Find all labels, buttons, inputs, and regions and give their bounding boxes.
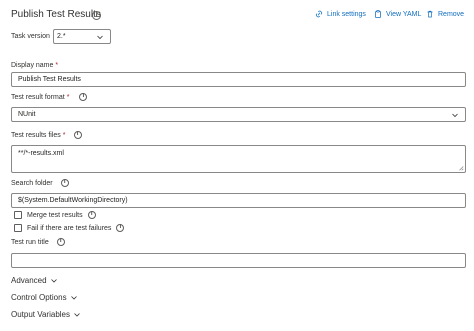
info-icon[interactable]: i — [56, 238, 65, 246]
trash-icon — [427, 10, 433, 18]
control-options-section-label: Control Options — [11, 293, 67, 302]
task-version-value: 2.* — [57, 33, 66, 40]
remove-label: Remove — [438, 10, 465, 18]
required-marker: * — [62, 131, 66, 139]
info-icon[interactable]: i — [116, 224, 125, 232]
display-name-label-text: Display name — [11, 62, 54, 69]
test-run-title-input[interactable] — [11, 253, 466, 268]
search-folder-value: $(System.DefaultWorkingDirectory) — [18, 197, 128, 204]
task-version-label: Task version — [11, 33, 50, 40]
test-results-files-label-text: Test results files — [11, 131, 61, 139]
test-result-format-value: NUnit — [18, 111, 36, 118]
link-icon — [315, 10, 323, 18]
task-title: Publish Test Results — [11, 9, 101, 20]
display-name-label: Display name * — [11, 62, 58, 69]
merge-test-results-label: Merge test results — [27, 211, 83, 219]
output-variables-section-label: Output Variables — [11, 310, 70, 319]
display-name-input[interactable]: Publish Test Results — [11, 72, 466, 87]
chevron-down-icon — [74, 313, 80, 317]
fail-on-failures-label: Fail if there are test failures — [27, 224, 112, 232]
advanced-section-toggle[interactable]: Advanced — [11, 276, 58, 285]
test-result-format-select[interactable]: NUnit — [11, 107, 466, 122]
chevron-down-icon — [70, 296, 77, 300]
resize-grip-icon[interactable] — [458, 165, 464, 171]
fail-on-failures-checkbox[interactable]: Fail if there are test failures i — [14, 224, 125, 232]
info-icon[interactable]: i — [87, 211, 96, 219]
test-run-title-label: Test run title i — [11, 238, 65, 246]
required-marker: * — [66, 93, 70, 101]
link-settings-button[interactable]: Link settings — [315, 10, 366, 18]
test-results-files-value: **/*-results.xml — [18, 150, 64, 157]
merge-test-results-checkbox[interactable]: Merge test results i — [14, 211, 96, 219]
chevron-down-icon — [97, 35, 103, 40]
required-marker: * — [55, 62, 59, 69]
control-options-section-toggle[interactable]: Control Options — [11, 293, 78, 302]
search-folder-label: Search folder i — [11, 179, 69, 187]
advanced-section-label: Advanced — [11, 276, 47, 285]
link-settings-label: Link settings — [327, 10, 366, 18]
search-folder-input[interactable]: $(System.DefaultWorkingDirectory) — [11, 193, 466, 208]
output-variables-section-toggle[interactable]: Output Variables — [11, 310, 81, 319]
chevron-down-icon — [50, 279, 57, 283]
test-results-files-textarea[interactable]: **/*-results.xml — [11, 145, 466, 173]
info-icon[interactable]: i — [92, 11, 101, 20]
chevron-down-icon — [452, 113, 458, 118]
info-icon[interactable]: i — [60, 179, 69, 187]
test-results-files-label: Test results files * i — [11, 131, 82, 139]
remove-button[interactable]: Remove — [426, 10, 464, 18]
checkbox-box[interactable] — [14, 211, 22, 219]
test-result-format-label: Test result format * i — [11, 93, 88, 101]
test-result-format-label-text: Test result format — [11, 93, 65, 101]
search-folder-label-text: Search folder — [11, 179, 53, 187]
test-run-title-label-text: Test run title — [11, 238, 49, 246]
display-name-value: Publish Test Results — [18, 76, 81, 83]
checkbox-box[interactable] — [14, 224, 22, 232]
view-yaml-button[interactable]: View YAML — [374, 10, 421, 18]
view-yaml-label: View YAML — [386, 10, 422, 18]
info-icon[interactable]: i — [73, 131, 82, 139]
info-icon[interactable]: i — [79, 93, 88, 101]
task-version-select[interactable]: 2.* — [53, 29, 111, 44]
clipboard-icon — [375, 10, 381, 18]
